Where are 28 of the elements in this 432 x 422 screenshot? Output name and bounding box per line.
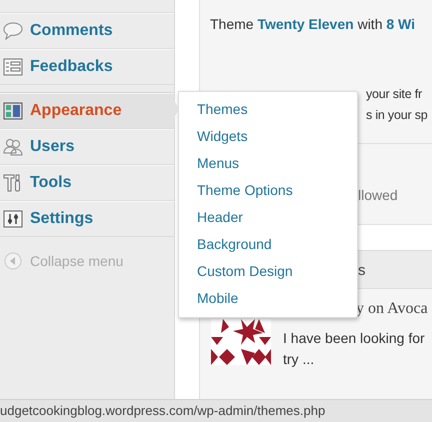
submenu-item[interactable]: Background bbox=[179, 231, 357, 258]
theme-summary: Theme Twenty Eleven with 8 Wi bbox=[210, 16, 416, 32]
submenu-item[interactable]: Custom Design bbox=[179, 258, 357, 285]
sliders-icon bbox=[3, 210, 23, 228]
tools-icon bbox=[3, 174, 23, 192]
submenu-item[interactable]: Themes bbox=[179, 96, 357, 123]
layout-icon bbox=[3, 102, 23, 120]
menu-item[interactable]: Settings bbox=[0, 201, 174, 237]
menu-item[interactable]: Tools bbox=[0, 165, 174, 201]
description-text: s in your sp bbox=[366, 107, 429, 124]
comment-excerpt: I have been looking for bbox=[283, 329, 425, 348]
users-icon bbox=[3, 138, 23, 156]
submenu-item[interactable]: Mobile bbox=[179, 285, 357, 312]
description-text: your site fr bbox=[366, 86, 423, 103]
menu-item[interactable]: Users bbox=[0, 129, 174, 165]
form-icon bbox=[3, 58, 23, 76]
allowed-text: llowed bbox=[358, 187, 398, 203]
status-url: udgetcookingblog.wordpress.com/wp-admin/themes.php bbox=[0, 403, 326, 418]
submenu-item[interactable]: Theme Options bbox=[179, 177, 357, 204]
menu-item[interactable]: Appearance bbox=[0, 93, 174, 129]
menu-item[interactable]: Feedbacks bbox=[0, 49, 174, 85]
box-heading: s bbox=[358, 262, 366, 279]
submenu-item[interactable]: Menus bbox=[179, 150, 357, 177]
submenu-item[interactable]: Header bbox=[179, 204, 357, 231]
submenu-item[interactable]: Widgets bbox=[179, 123, 357, 150]
comment-excerpt: try ... bbox=[283, 350, 316, 369]
menu-item[interactable]: Comments bbox=[0, 13, 174, 49]
speech-bubble-icon bbox=[3, 22, 23, 40]
